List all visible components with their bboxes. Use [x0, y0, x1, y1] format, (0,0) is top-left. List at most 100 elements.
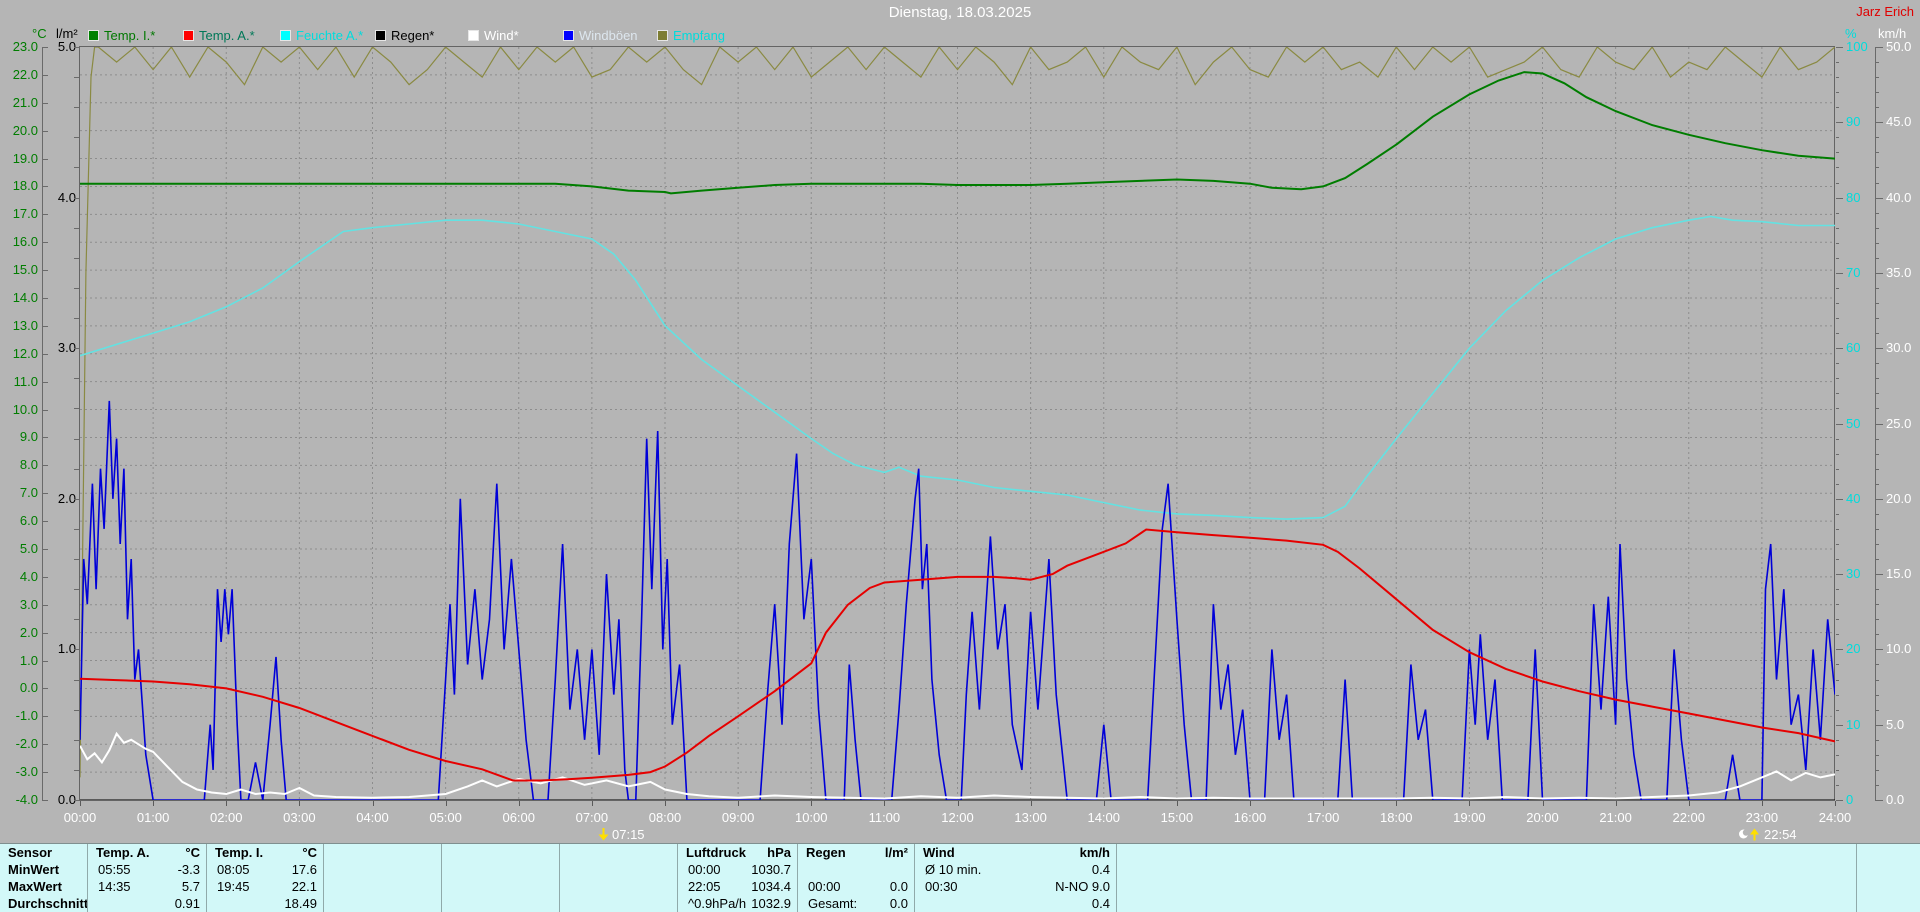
tick-mark: [74, 499, 79, 500]
table-row-label: MaxWert: [0, 878, 88, 895]
tick-mark: [74, 408, 79, 409]
table-cell: [324, 844, 442, 861]
legend-item-feuchte-a-[interactable]: Feuchte A.*: [280, 28, 363, 43]
table-row-label: MinWert: [0, 861, 88, 878]
tick-mark: [1876, 710, 1879, 711]
table-cell: 22:051034.4: [678, 878, 798, 895]
table-cell: Temp. A.°C: [88, 844, 207, 861]
tick-label: 3.0: [0, 598, 38, 612]
legend-label: Regen*: [391, 28, 434, 43]
moonrise-time: 22:54: [1764, 827, 1797, 842]
table-cell: 00:000.0: [798, 878, 915, 895]
sunrise-time: 07:15: [612, 827, 645, 842]
x-tick-label: 12:00: [934, 810, 982, 825]
sunrise-marker: 07:15: [598, 827, 645, 842]
tick-mark: [1836, 559, 1839, 560]
table-cell: Temp. I.°C: [207, 844, 324, 861]
tick-mark: [1836, 649, 1843, 650]
tick-mark: [1836, 529, 1839, 530]
tick-label: 10.0: [0, 403, 38, 417]
tick-mark: [1836, 213, 1839, 214]
tick-mark: [1876, 92, 1879, 93]
tick-mark: [74, 649, 79, 650]
tick-mark: [43, 633, 48, 634]
x-tick-label: 05:00: [422, 810, 470, 825]
table-cell: 19:4522.1: [207, 878, 324, 895]
tick-mark: [1836, 619, 1839, 620]
tick-mark: [74, 559, 79, 560]
x-tick-label: 22:00: [1665, 810, 1713, 825]
tick-mark: [43, 716, 48, 717]
tick-mark: [1836, 137, 1839, 138]
table-cell: Regenl/m²: [798, 844, 915, 861]
table-cell: Ø 10 min.0.4: [915, 861, 1117, 878]
tick-label: 1.0: [0, 654, 38, 668]
tick-mark: [1876, 604, 1879, 605]
x-tick-mark: [153, 801, 154, 806]
tick-mark: [43, 437, 48, 438]
x-tick-mark: [1104, 801, 1105, 806]
tick-mark: [1876, 454, 1879, 455]
tick-mark: [43, 382, 48, 383]
x-tick-mark: [1469, 801, 1470, 806]
x-tick-label: 04:00: [349, 810, 397, 825]
table-cell: LuftdruckhPa: [678, 844, 798, 861]
table-cell: [560, 878, 678, 895]
table-cell-time: 05:55: [98, 862, 131, 877]
tick-mark: [1836, 228, 1839, 229]
table-cell: 05:55-3.3: [88, 861, 207, 878]
table-cell-empty: [1117, 861, 1857, 878]
moon-icon: [1738, 828, 1761, 841]
x-tick-mark: [373, 801, 374, 806]
legend-item-wind-[interactable]: Wind*: [468, 28, 519, 43]
x-tick-label: 02:00: [202, 810, 250, 825]
tick-mark: [43, 772, 48, 773]
x-tick-mark: [1177, 801, 1178, 806]
table-cell-time: 00:30: [925, 879, 958, 894]
table-col-title: Temp. A.: [96, 845, 149, 860]
table-col-unit: km/h: [1080, 845, 1110, 860]
tick-label: 8.0: [0, 458, 38, 472]
tick-mark: [1876, 695, 1879, 696]
tick-mark: [1876, 770, 1879, 771]
legend-item-temp-i-[interactable]: Temp. I.*: [88, 28, 155, 43]
legend-item-temp-a-[interactable]: Temp. A.*: [183, 28, 255, 43]
tick-label: 0.0: [0, 681, 38, 695]
legend-item-windb-en[interactable]: Windböen: [563, 28, 638, 43]
table-col-unit: hPa: [767, 845, 791, 860]
tick-mark: [74, 800, 79, 801]
tick-label: 3.0: [40, 341, 76, 355]
x-tick-label: 18:00: [1372, 810, 1420, 825]
table-cell: [560, 844, 678, 861]
table-cell-value: 0.4: [1092, 862, 1110, 877]
tick-mark: [1836, 288, 1839, 289]
table-cell-time: Gesamt:: [808, 896, 857, 911]
table-cell-empty: [1117, 844, 1857, 861]
x-tick-label: 24:00: [1811, 810, 1859, 825]
tick-mark: [43, 270, 48, 271]
tick-mark: [1876, 439, 1879, 440]
tick-mark: [1836, 303, 1839, 304]
tick-mark: [1876, 198, 1883, 199]
legend-item-regen-[interactable]: Regen*: [375, 28, 434, 43]
legend-item-empfang[interactable]: Empfang: [657, 28, 725, 43]
legend-swatch: [280, 30, 291, 41]
table-cell-value: 1030.7: [751, 862, 791, 877]
tick-label: 50.0: [1886, 40, 1918, 54]
tick-mark: [1836, 755, 1839, 756]
tick-mark: [1836, 800, 1843, 801]
legend-swatch: [563, 30, 574, 41]
table-cell-time: 08:05: [217, 862, 250, 877]
tick-label: 14.0: [0, 291, 38, 305]
tick-mark: [1836, 62, 1839, 63]
x-tick-label: 21:00: [1592, 810, 1640, 825]
table-cell-value: 0.0: [890, 879, 908, 894]
tick-mark: [1876, 273, 1883, 274]
statistics-table: SensorTemp. A.°CTemp. I.°CLuftdruckhPaRe…: [0, 843, 1920, 912]
sunrise-icon: [598, 828, 609, 841]
tick-mark: [74, 710, 79, 711]
tick-mark: [43, 326, 48, 327]
tick-mark: [1836, 107, 1839, 108]
x-tick-label: 15:00: [1153, 810, 1201, 825]
table-cell-value: 18.49: [284, 896, 317, 911]
